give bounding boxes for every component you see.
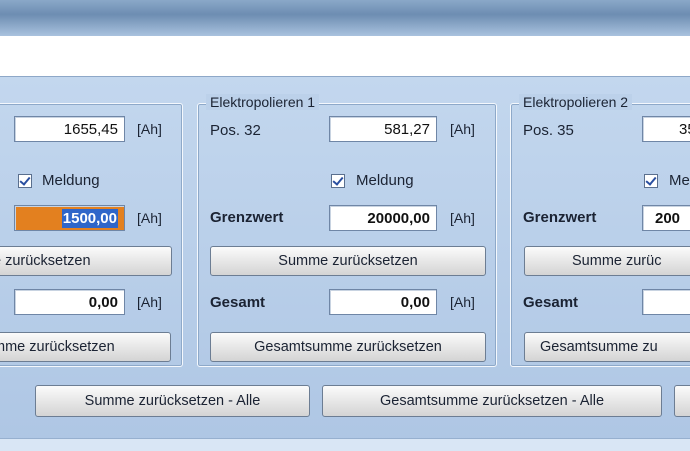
group-2-gesamt-reset-button[interactable]: Gesamtsumme zu bbox=[524, 332, 690, 362]
group-elektropolieren-1: Elektropolieren 1 bbox=[197, 94, 497, 367]
group-1-title: Elektropolieren 1 bbox=[206, 94, 320, 110]
group-1-gesamt-label: Gesamt bbox=[210, 294, 266, 311]
group-1-pos-unit: [Ah] bbox=[450, 121, 475, 137]
left-meldung-label: Meldung bbox=[42, 172, 100, 189]
group-2-meldung-label: Me bbox=[669, 172, 690, 189]
group-1-summe-reset-button[interactable]: Summe zurücksetzen bbox=[210, 246, 486, 276]
group-2-pos-value[interactable]: 35 bbox=[642, 116, 690, 142]
group-1-grenzwert-label: Grenzwert bbox=[210, 209, 284, 226]
group-2-grenzwert-value[interactable]: 200 bbox=[642, 205, 690, 231]
window-bottom-edge bbox=[0, 438, 690, 451]
left-grenzwert-selected-text: 1500,00 bbox=[61, 209, 118, 228]
toolbar-area bbox=[0, 36, 690, 77]
group-2-pos-label: Pos. 35 bbox=[523, 122, 574, 139]
group-elektropolieren-2: Elektropolieren 2 bbox=[510, 94, 690, 367]
group-1-meldung-label: Meldung bbox=[356, 172, 414, 189]
left-grenzwert-unit: [Ah] bbox=[137, 210, 162, 226]
group-2-gesamt-label: Gesamt bbox=[523, 294, 579, 311]
group-1-grenzwert-unit: [Ah] bbox=[450, 210, 475, 226]
window-titlebar bbox=[0, 0, 690, 36]
bottom-extra-button[interactable] bbox=[674, 385, 690, 417]
left-pos-value[interactable]: 1655,45 bbox=[14, 116, 125, 142]
left-gesamt-unit: [Ah] bbox=[137, 294, 162, 310]
group-1-gesamt-reset-button[interactable]: Gesamtsumme zurücksetzen bbox=[210, 332, 486, 362]
group-2-meldung-checkbox[interactable] bbox=[644, 174, 658, 188]
group-1-grenzwert-value[interactable]: 20000,00 bbox=[329, 205, 437, 231]
group-2-gesamt-value[interactable] bbox=[642, 289, 690, 315]
group-1-pos-value[interactable]: 581,27 bbox=[329, 116, 437, 142]
left-gesamt-value[interactable]: 0,00 bbox=[14, 289, 125, 315]
left-meldung-checkbox[interactable] bbox=[18, 174, 32, 188]
left-pos-unit: [Ah] bbox=[137, 121, 162, 137]
group-1-gesamt-value[interactable]: 0,00 bbox=[329, 289, 437, 315]
reset-all-totals-button[interactable]: Gesamtsumme zurücksetzen - Alle bbox=[322, 385, 662, 417]
group-1-gesamt-unit: [Ah] bbox=[450, 294, 475, 310]
left-grenzwert-field[interactable]: 1500,00 bbox=[14, 205, 125, 231]
group-1-pos-label: Pos. 32 bbox=[210, 122, 261, 139]
group-2-summe-reset-button[interactable]: Summe zurüc bbox=[524, 246, 690, 276]
reset-all-sums-button[interactable]: Summe zurücksetzen - Alle bbox=[35, 385, 310, 417]
group-2-grenzwert-label: Grenzwert bbox=[523, 209, 597, 226]
left-gesamt-reset-button[interactable]: mme zurücksetzen bbox=[0, 332, 171, 362]
group-2-title: Elektropolieren 2 bbox=[519, 94, 633, 110]
group-1-meldung-checkbox[interactable] bbox=[331, 174, 345, 188]
left-summe-reset-button[interactable]: e zurücksetzen bbox=[0, 246, 172, 276]
